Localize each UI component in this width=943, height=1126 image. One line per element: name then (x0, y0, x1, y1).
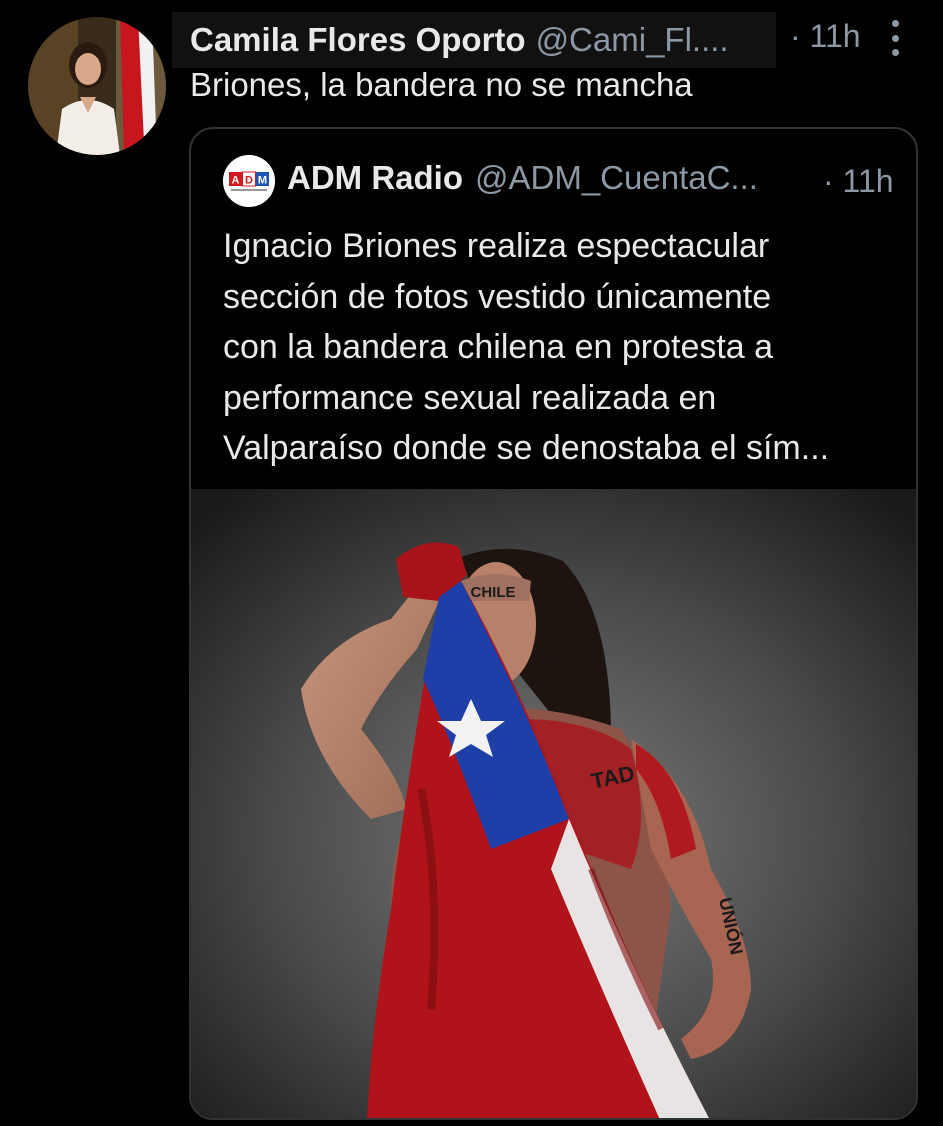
svg-text:D: D (245, 175, 253, 187)
tweet-text: Briones, la bandera no se mancha (190, 66, 693, 103)
quoted-author-avatar: A D M (223, 155, 275, 207)
quoted-text-line: performance sexual realizada en (223, 378, 717, 417)
quoted-tweet[interactable]: A D M ADM Radio @ADM_CuentaC... · 11h Ig… (189, 127, 918, 1120)
tweet-header: Camila Flores Oporto @Cami_Fl.... (172, 12, 776, 68)
forehead-writing: CHILE (471, 584, 516, 601)
quoted-text-line: con la bandera chilena en protesta a (223, 328, 774, 366)
quoted-tweet-text: Ignacio Briones realiza espectacular sec… (223, 221, 903, 474)
photo-image: CHILE TAD UNIÓN (191, 489, 916, 1118)
svg-text:M: M (258, 175, 267, 187)
quoted-text-line: Ignacio Briones realiza espectacular (223, 227, 770, 265)
quoted-text-line: sección de fotos vestido únicamente (223, 277, 772, 316)
vertical-ellipsis-icon[interactable] (888, 20, 902, 56)
quoted-tweet-timestamp[interactable]: 11h (843, 163, 894, 199)
quoted-author-handle[interactable]: @ADM_CuentaC... (475, 159, 758, 197)
author-avatar[interactable] (28, 17, 166, 155)
quoted-tweet-photo[interactable]: CHILE TAD UNIÓN (191, 489, 916, 1118)
quoted-tweet-header: ADM Radio @ADM_CuentaC... (287, 159, 758, 197)
tweet-timestamp[interactable]: 11h (810, 18, 861, 54)
author-display-name[interactable]: Camila Flores Oporto (190, 21, 526, 59)
quoted-text-line: Valparaíso donde se denostaba el sím... (223, 429, 830, 467)
time-separator: · (790, 18, 801, 54)
quoted-author-display-name[interactable]: ADM Radio (287, 159, 463, 197)
tweet-time[interactable]: · 11h (790, 18, 861, 55)
quoted-tweet-time[interactable]: · 11h (823, 163, 894, 200)
tweet[interactable]: Camila Flores Oporto @Cami_Fl.... · 11h … (0, 0, 943, 1126)
adm-logo-icon: A D M (223, 155, 275, 207)
profile-photo (28, 17, 166, 155)
quoted-time-separator: · (823, 163, 834, 199)
author-handle[interactable]: @Cami_Fl.... (536, 21, 729, 59)
svg-text:A: A (232, 175, 240, 187)
